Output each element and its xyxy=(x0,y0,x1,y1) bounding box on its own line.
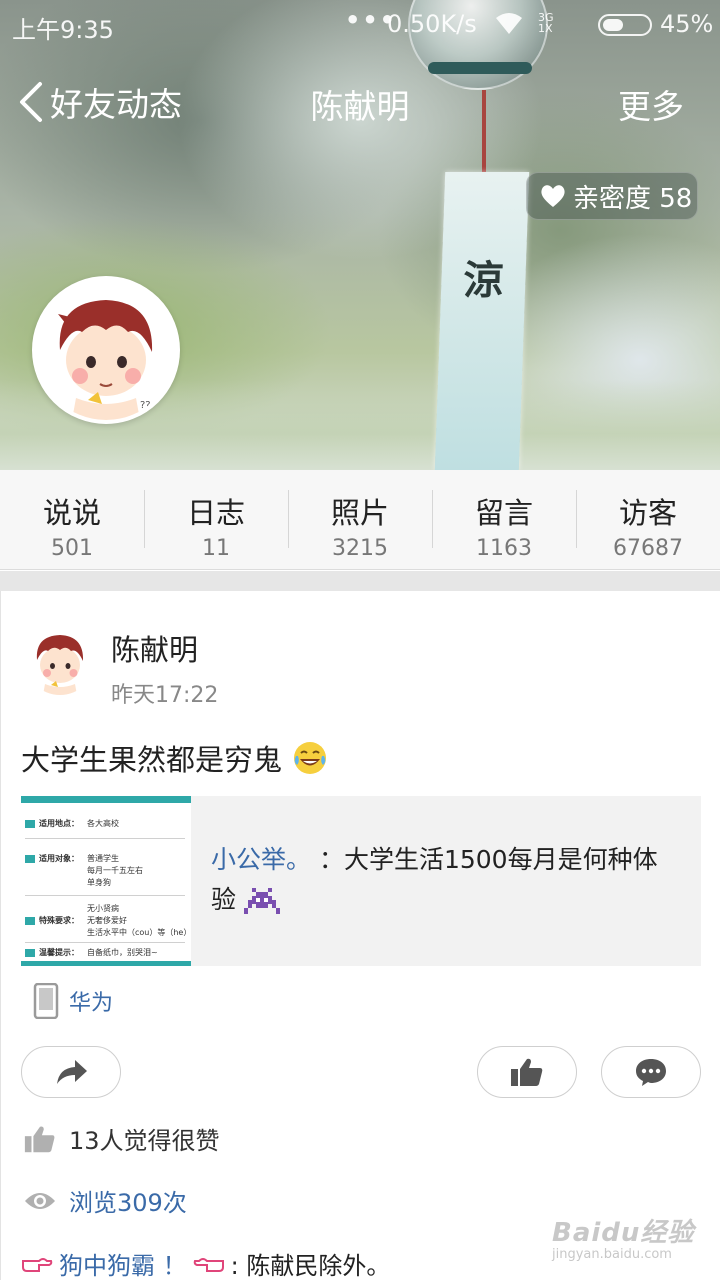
more-button[interactable]: 更多 xyxy=(618,80,684,128)
wifi-icon xyxy=(496,13,522,34)
eye-icon xyxy=(25,1192,55,1209)
post-text: 大学生果然都是穷鬼 xyxy=(21,737,328,779)
stat-messages[interactable]: 留言 1163 xyxy=(432,470,576,569)
likes-summary[interactable]: 13人觉得很赞 xyxy=(23,1121,220,1156)
like-button[interactable] xyxy=(477,1046,577,1098)
chime-glyph: 涼 xyxy=(462,257,505,304)
heart-icon xyxy=(541,185,565,207)
device-name: 华为 xyxy=(69,991,114,1016)
comment-text: : 陈献民除外。 xyxy=(230,1252,391,1280)
shared-link-text: 小公举。 ：大学生活1500每月是何种体验 xyxy=(211,845,658,914)
pointing-hand-right-icon xyxy=(22,1257,53,1272)
cartoon-avatar-icon xyxy=(25,625,95,695)
comment-button[interactable] xyxy=(601,1046,701,1098)
profile-avatar[interactable]: ?? xyxy=(32,276,180,424)
stat-photos[interactable]: 照片 3215 xyxy=(288,470,432,569)
section-divider xyxy=(0,571,720,591)
stat-visitors[interactable]: 访客 67687 xyxy=(576,470,720,569)
chevron-left-icon xyxy=(20,82,42,122)
shared-link-card[interactable]: 适用地点： 各大高校 适用对象： 普通学生 每月一千五左右 单身狗 无小贤病 特殊要… xyxy=(21,796,701,966)
post-avatar[interactable] xyxy=(25,625,95,695)
views-summary[interactable]: 浏览309次 xyxy=(23,1183,187,1218)
profile-stats: 说说 501 日志 11 照片 3215 留言 1163 访客 67687 xyxy=(0,470,720,570)
space-invader-emoji-icon xyxy=(243,888,280,914)
comment-author[interactable]: 狗中狗霸 ！ xyxy=(59,1246,187,1280)
shared-thumbnail: 适用地点： 各大高校 适用对象： 普通学生 每月一千五左右 单身狗 无小贤病 特殊要… xyxy=(21,796,191,966)
signal-icon: 3G 1X xyxy=(538,11,554,35)
intimacy-label: 亲密度 58 xyxy=(573,183,693,214)
baidu-jingyan-watermark: Baidu经验 jingyan.baidu.com xyxy=(552,1218,695,1262)
thumbs-up-icon xyxy=(24,1126,55,1152)
likes-text: 13人觉得很赞 xyxy=(69,1127,220,1155)
battery-percent: 45% xyxy=(660,10,714,38)
battery-icon xyxy=(598,14,652,36)
pointing-hand-left-icon xyxy=(193,1257,224,1272)
back-button[interactable]: 好友动态 xyxy=(16,78,182,126)
post-author[interactable]: 陈献明 xyxy=(111,627,198,669)
views-text: 浏览309次 xyxy=(69,1189,187,1217)
cartoon-avatar-icon: ?? xyxy=(36,280,176,420)
comment-item: 狗中狗霸 ！ : 陈献民除外。 xyxy=(21,1246,390,1280)
status-time: 上午9:35 xyxy=(12,16,114,44)
comment-bubble-icon xyxy=(636,1059,666,1086)
post-device: 华为 xyxy=(33,983,113,1019)
nav-bar: 好友动态 陈献明 更多 xyxy=(0,68,720,132)
svg-text:??: ?? xyxy=(140,400,151,411)
shared-source-name[interactable]: 小公举。 xyxy=(211,845,311,874)
back-label: 好友动态 xyxy=(50,85,182,124)
share-arrow-icon xyxy=(57,1060,87,1084)
thumbs-up-icon xyxy=(511,1058,543,1086)
wind-chime-strip: 涼 xyxy=(434,172,530,470)
stat-blog[interactable]: 日志 11 xyxy=(144,470,288,569)
share-button[interactable] xyxy=(21,1046,121,1098)
feed-post: 陈献明 昨天17:22 大学生果然都是穷鬼 适用地点： 各大高校 适用对象： 普通学… xyxy=(0,591,720,1280)
status-bar: 上午9:35 ••• 0.50K/s 3G 1X 45% xyxy=(0,0,720,50)
status-speed: 0.50K/s xyxy=(387,10,477,38)
post-time: 昨天17:22 xyxy=(111,683,219,708)
intimacy-badge[interactable]: 亲密度 58 xyxy=(526,172,698,220)
stat-shuoshuo[interactable]: 说说 501 xyxy=(0,470,144,569)
phone-icon xyxy=(33,983,59,1019)
laughing-tears-emoji-icon xyxy=(294,742,327,774)
